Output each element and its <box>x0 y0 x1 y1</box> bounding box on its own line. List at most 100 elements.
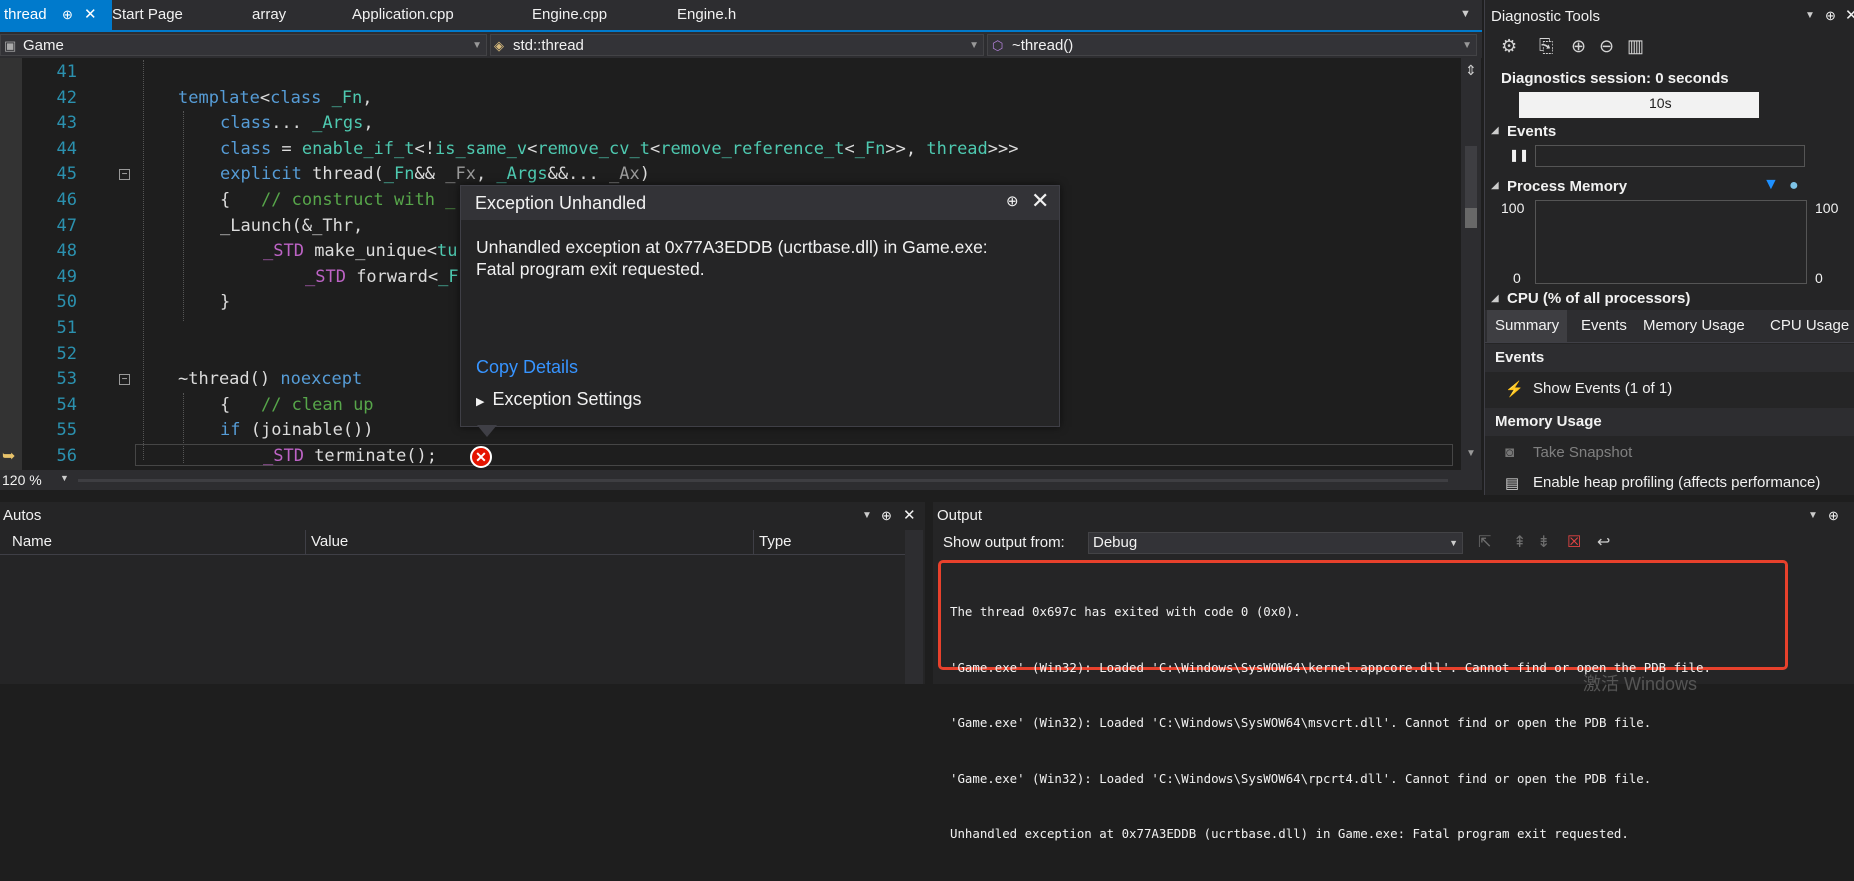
heap-profiling-icon: ▤ <box>1505 475 1520 492</box>
column-header-type[interactable]: Type <box>759 533 792 550</box>
exception-settings-expander[interactable]: ▶ Exception Settings <box>476 389 642 410</box>
collapse-icon[interactable]: − <box>119 374 130 385</box>
memory-usage-header: Memory Usage <box>1485 408 1854 436</box>
dialog-pointer <box>477 425 497 437</box>
exception-message-line: Unhandled exception at 0x77A3EDDB (ucrtb… <box>476 237 988 257</box>
scope-dropdown[interactable]: ◈ std::thread ▼ <box>490 34 984 56</box>
timeline-ruler[interactable]: 10s <box>1519 92 1759 118</box>
code-line: _STD make_unique<tu <box>263 241 458 261</box>
pin-icon[interactable]: ⊕ <box>1825 8 1836 24</box>
zoom-in-icon[interactable]: ⊕ <box>1571 36 1586 57</box>
tab-overflow-icon[interactable]: ▼ <box>1460 8 1471 20</box>
subtab-events[interactable]: Events <box>1581 310 1627 342</box>
dialog-titlebar: Exception Unhandled ⊕ ✕ <box>461 186 1059 220</box>
current-statement-arrow-icon: ➥ <box>2 448 16 465</box>
next-message-icon[interactable]: ⇟ <box>1537 532 1550 552</box>
column-header-value[interactable]: Value <box>311 533 348 550</box>
tab-thread[interactable]: thread ⊕ ✕ <box>0 0 112 30</box>
dialog-title: Exception Unhandled <box>475 193 647 213</box>
close-icon[interactable]: ✕ <box>84 0 97 30</box>
reset-view-icon[interactable]: ▥ <box>1627 36 1644 57</box>
events-section-title: Events <box>1507 123 1557 140</box>
cpu-section-title: CPU (% of all processors) <box>1507 290 1691 307</box>
tab-engine-cpp[interactable]: Engine.cpp <box>532 0 607 30</box>
collapse-triangle-icon[interactable]: ◢ <box>1491 293 1499 304</box>
pin-icon[interactable]: ⊕ <box>881 502 892 530</box>
output-text[interactable]: The thread 0x697c has exited with code 0… <box>950 566 1711 881</box>
previous-message-icon[interactable]: ⇞ <box>1513 532 1526 552</box>
vertical-scrollbar[interactable]: ⇕ ▼ <box>1461 58 1481 470</box>
settings-icon[interactable]: ⚙ <box>1501 36 1517 57</box>
diagnostic-tools-panel: Diagnostic Tools ▼ ⊕ ✕ ⚙ ⎘ ⊕ ⊖ ▥ Diagnos… <box>1484 0 1854 495</box>
tab-start-page[interactable]: Start Page <box>112 0 183 30</box>
scroll-down-icon[interactable]: ▼ <box>1466 448 1476 459</box>
chevron-down-icon[interactable]: ▼ <box>60 473 69 483</box>
code-line: ~thread() noexcept <box>178 369 363 389</box>
line-number: 45 <box>56 164 77 184</box>
camera-icon: ◙ <box>1505 444 1515 461</box>
show-events-link[interactable]: Show Events (1 of 1) <box>1533 380 1672 397</box>
column-header-name[interactable]: Name <box>12 533 52 550</box>
close-icon[interactable]: ✕ <box>903 502 916 530</box>
snapshot-marker-icon: ▼ <box>1763 176 1779 193</box>
output-source-select[interactable]: Debug ▼ <box>1088 532 1463 554</box>
enable-heap-profiling-link[interactable]: Enable heap profiling (affects performan… <box>1533 474 1843 491</box>
export-icon[interactable]: ⎘ <box>1539 36 1553 57</box>
copy-details-link[interactable]: Copy Details <box>476 357 578 378</box>
collapse-triangle-icon[interactable]: ◢ <box>1491 125 1499 136</box>
pin-icon[interactable]: ⊕ <box>62 0 73 30</box>
project-dropdown[interactable]: ▣ Game ▼ <box>0 34 487 56</box>
split-icon[interactable]: ⇕ <box>1465 62 1477 79</box>
chevron-right-icon: ▶ <box>476 396 485 408</box>
subtab-cpu-usage[interactable]: CPU Usage <box>1770 310 1849 342</box>
zoom-out-icon[interactable]: ⊖ <box>1599 36 1614 57</box>
line-number: 49 <box>56 267 77 287</box>
chevron-down-icon[interactable]: ▼ <box>862 502 872 530</box>
chevron-down-icon[interactable]: ▼ <box>1808 502 1818 530</box>
horizontal-scrollbar[interactable] <box>78 479 1448 482</box>
column-divider[interactable] <box>753 530 754 554</box>
tab-engine-h[interactable]: Engine.h <box>677 0 736 30</box>
line-number: 56 <box>56 446 77 466</box>
line-number: 51 <box>56 318 77 338</box>
take-snapshot-button[interactable]: Take Snapshot <box>1533 444 1632 461</box>
events-track[interactable] <box>1535 145 1805 167</box>
pause-icon[interactable]: ❚❚ <box>1509 148 1529 162</box>
line-number: 44 <box>56 139 77 159</box>
error-icon[interactable]: ✕ <box>470 446 492 468</box>
column-divider[interactable] <box>305 530 306 554</box>
output-header: Output ▼ ⊕ <box>933 502 1854 530</box>
memory-graph[interactable] <box>1535 200 1807 284</box>
line-number: 42 <box>56 88 77 108</box>
collapse-triangle-icon[interactable]: ◢ <box>1491 180 1499 191</box>
memory-axis-max: 100 <box>1501 200 1525 216</box>
tab-application-cpp[interactable]: Application.cpp <box>352 0 454 30</box>
close-icon[interactable]: ✕ <box>1845 6 1854 24</box>
pin-icon[interactable]: ⊕ <box>1828 502 1839 530</box>
member-dropdown[interactable]: ⬡ ~thread() ▼ <box>987 34 1477 56</box>
scrollbar-thumb[interactable] <box>1465 208 1477 228</box>
code-line: explicit thread(_Fn&& _Fx, _Args&&... _A… <box>220 164 650 184</box>
project-label: Game <box>23 37 64 54</box>
subtab-memory-usage[interactable]: Memory Usage <box>1643 310 1745 342</box>
subtab-summary[interactable]: Summary <box>1487 310 1568 342</box>
line-number: 52 <box>56 344 77 364</box>
zoom-level[interactable]: 120 % <box>2 472 42 488</box>
editor-margin <box>0 58 22 470</box>
indent-guide <box>183 111 184 321</box>
memory-axis-max-right: 100 <box>1815 200 1839 216</box>
word-wrap-icon[interactable]: ↩ <box>1597 532 1610 552</box>
close-icon[interactable]: ✕ <box>1031 188 1049 214</box>
line-number: 53 <box>56 369 77 389</box>
output-line: 'Game.exe' (Win32): Loaded 'C:\Windows\S… <box>950 770 1652 786</box>
chevron-down-icon: ▼ <box>969 40 979 51</box>
tab-array[interactable]: array <box>252 0 286 30</box>
chevron-down-icon[interactable]: ▼ <box>1805 10 1815 21</box>
autos-scrollbar[interactable] <box>905 530 923 684</box>
pin-icon[interactable]: ⊕ <box>1006 192 1019 210</box>
indent-guide <box>143 60 144 460</box>
find-message-icon[interactable]: ⇱ <box>1478 532 1491 552</box>
memory-usage-title: Memory Usage <box>1495 413 1602 430</box>
collapse-icon[interactable]: − <box>119 169 130 180</box>
clear-all-icon[interactable]: ☒ <box>1567 532 1581 552</box>
